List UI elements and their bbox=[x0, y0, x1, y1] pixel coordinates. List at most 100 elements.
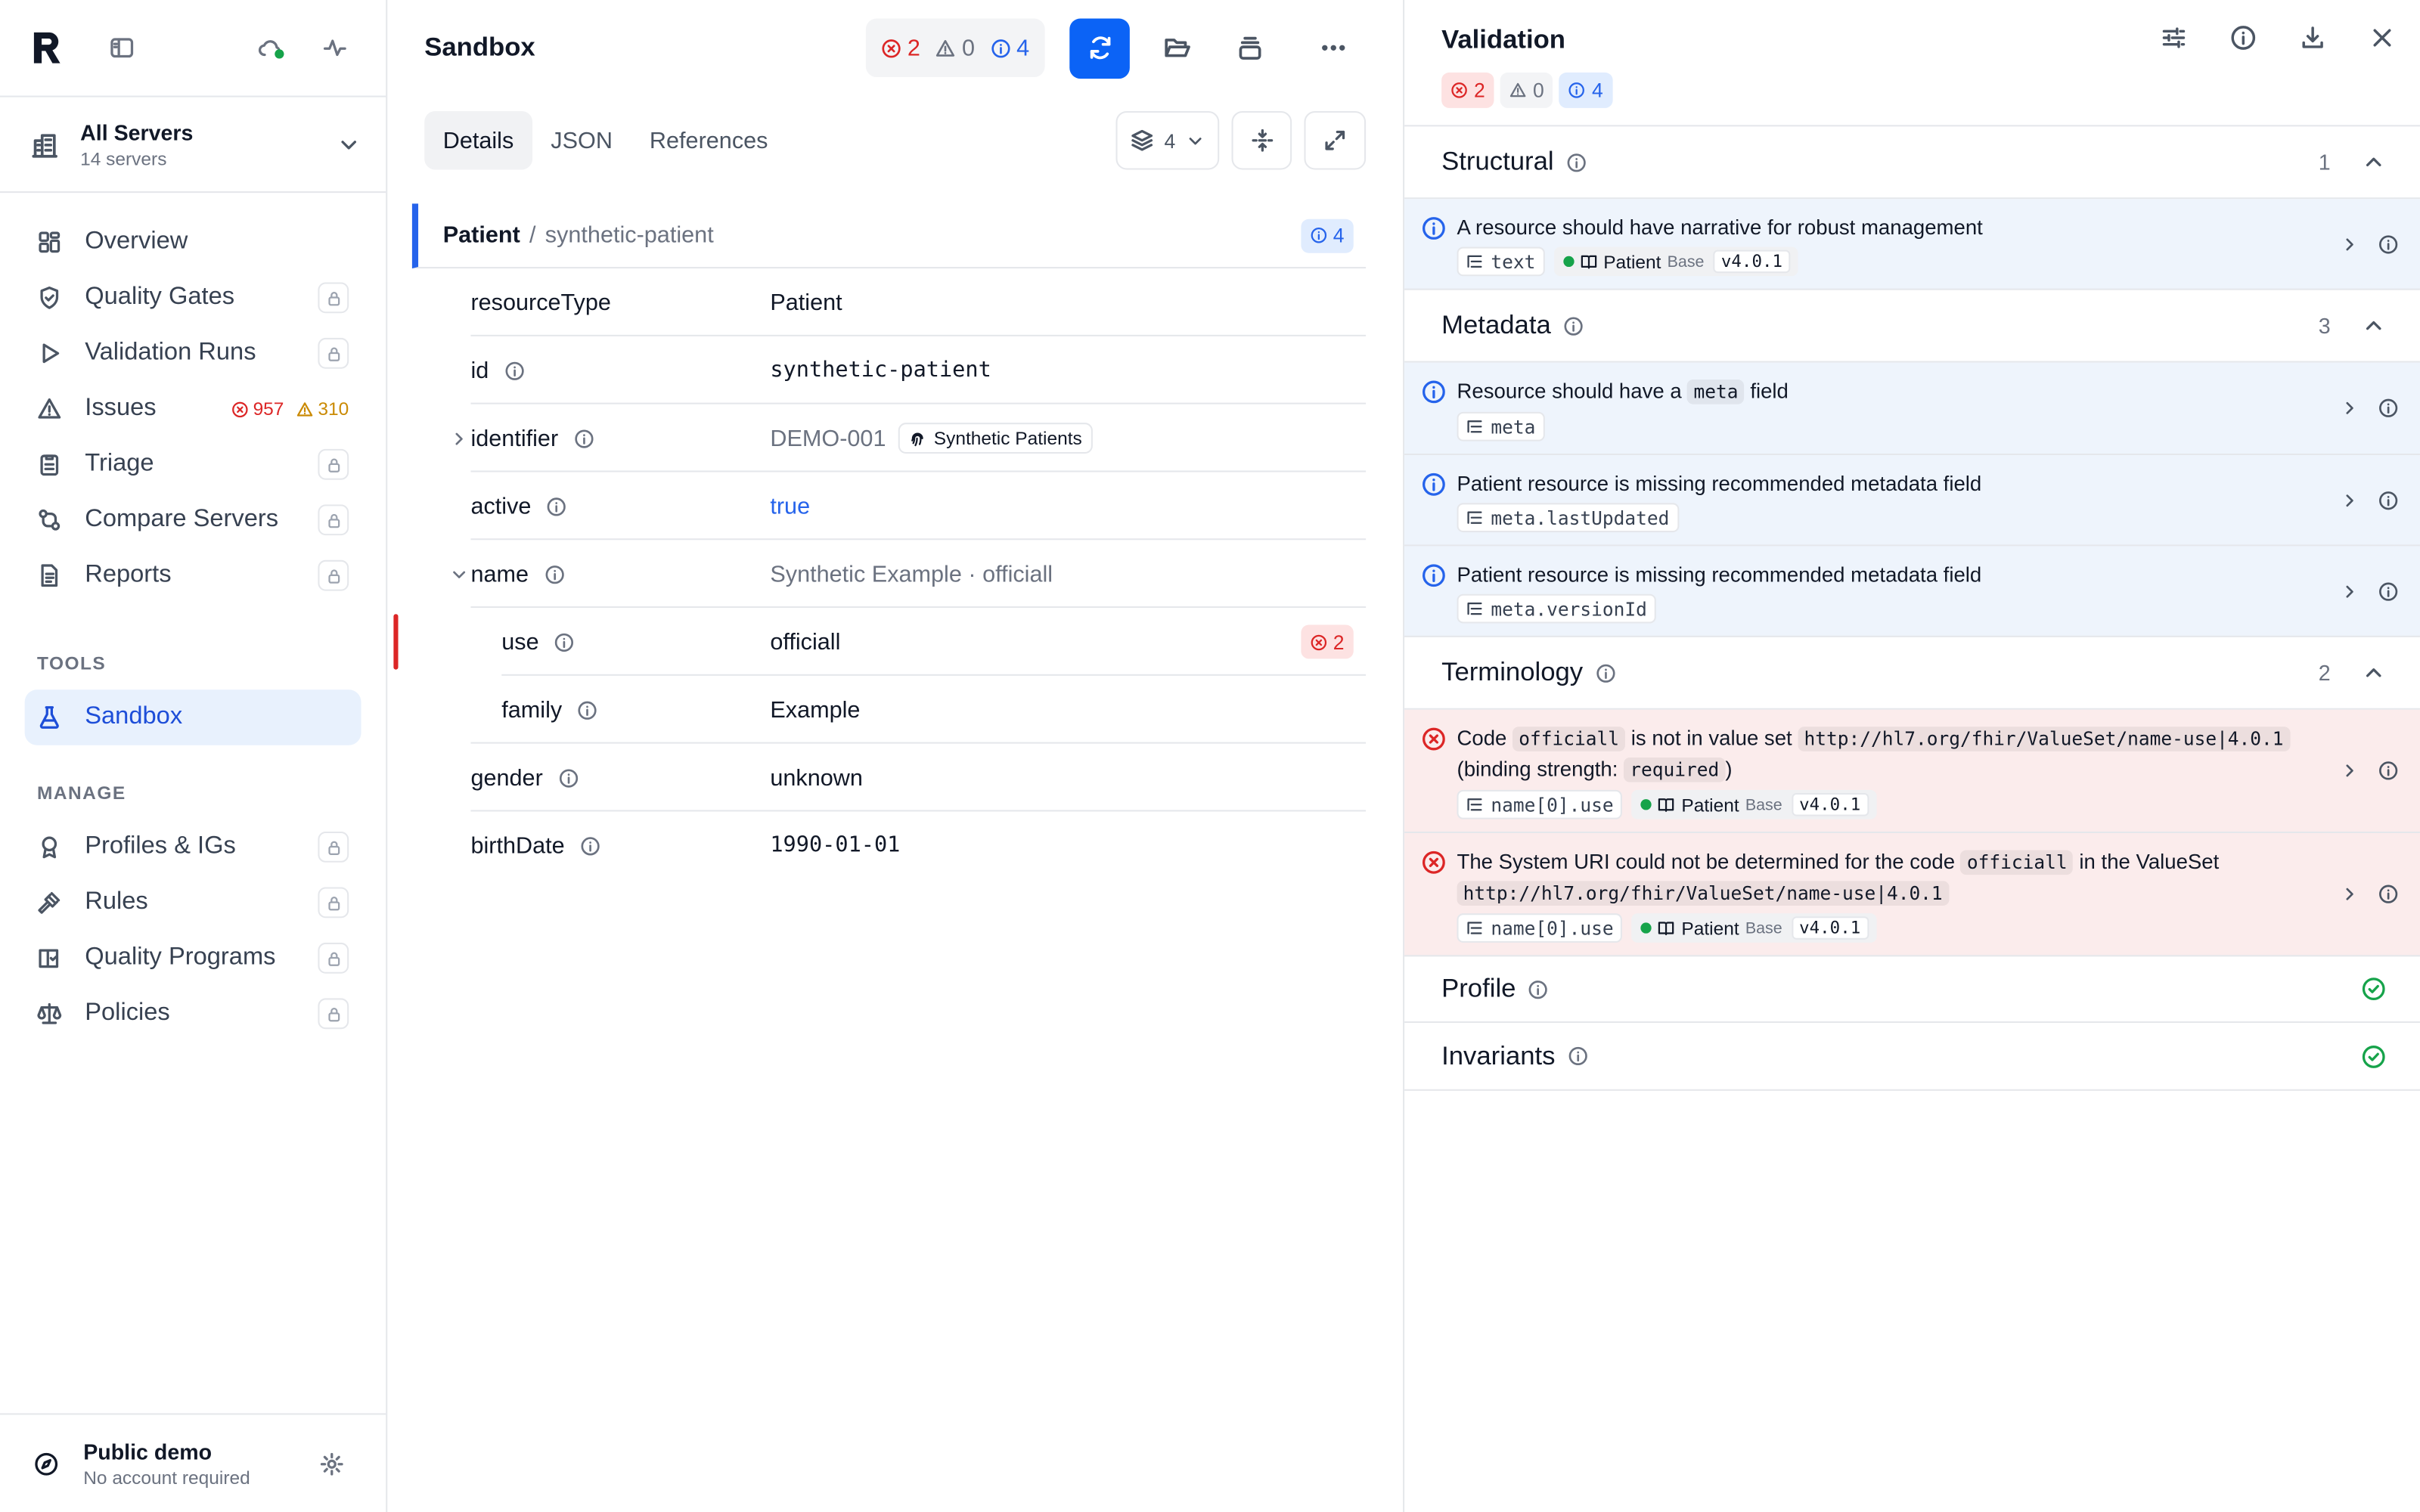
nav-item-triage[interactable]: Triage bbox=[25, 437, 361, 492]
info-icon[interactable] bbox=[2378, 884, 2399, 904]
server-status-icon[interactable] bbox=[247, 25, 293, 71]
info-icon[interactable] bbox=[504, 361, 525, 381]
info-icon[interactable] bbox=[1528, 979, 1549, 999]
chevron-up-icon[interactable] bbox=[2361, 313, 2386, 338]
chevron-up-icon[interactable] bbox=[2361, 150, 2386, 175]
issue-item[interactable]: A resource should have narrative for rob… bbox=[1404, 199, 2420, 290]
app-logo-icon[interactable] bbox=[31, 29, 68, 67]
chevron-up-icon[interactable] bbox=[2361, 660, 2386, 685]
issue-path-tag[interactable]: meta.versionId bbox=[1457, 593, 1657, 624]
info-icon[interactable] bbox=[2378, 398, 2399, 419]
issue-item[interactable]: The System URI could not be determined f… bbox=[1404, 833, 2420, 957]
group-header-invariants[interactable]: Invariants bbox=[1404, 1023, 2420, 1091]
info-icon[interactable] bbox=[2378, 490, 2399, 510]
chevron-right-icon[interactable] bbox=[2340, 234, 2360, 254]
info-icon[interactable] bbox=[574, 428, 594, 448]
info-icon[interactable] bbox=[1595, 663, 1615, 683]
download-icon[interactable] bbox=[2300, 25, 2326, 51]
chevron-right-icon[interactable] bbox=[2340, 761, 2360, 781]
chevron-down-icon[interactable] bbox=[443, 564, 474, 584]
nav-item-reports[interactable]: Reports bbox=[25, 547, 361, 603]
panel-info-count[interactable]: 4 bbox=[1559, 72, 1613, 108]
open-folder-button[interactable] bbox=[1142, 34, 1213, 62]
field-row-identifier[interactable]: identifier DEMO-001 Synthetic Patients bbox=[412, 404, 1367, 472]
field-row-active[interactable]: active true bbox=[412, 472, 1367, 541]
info-icon[interactable] bbox=[547, 496, 567, 516]
info-icon[interactable] bbox=[2378, 761, 2399, 781]
revalidate-button[interactable] bbox=[1069, 17, 1130, 79]
collapse-all-button[interactable] bbox=[1231, 110, 1292, 170]
chevron-right-icon[interactable] bbox=[443, 428, 474, 448]
group-header-metadata[interactable]: Metadata 3 bbox=[1404, 290, 2420, 363]
nav-item-rules[interactable]: Rules bbox=[25, 875, 361, 930]
group-header-structural[interactable]: Structural 1 bbox=[1404, 126, 2420, 200]
more-button[interactable] bbox=[1298, 34, 1369, 62]
nav-item-overview[interactable]: Overview bbox=[25, 215, 361, 270]
info-icon[interactable] bbox=[2378, 581, 2399, 601]
validation-summary[interactable]: 2 0 4 bbox=[865, 18, 1045, 78]
issue-item[interactable]: Patient resource is missing recommended … bbox=[1404, 455, 2420, 547]
chevron-right-icon[interactable] bbox=[2340, 490, 2360, 510]
chevron-right-icon[interactable] bbox=[2340, 581, 2360, 601]
panel-warning-count[interactable]: 0 bbox=[1500, 72, 1554, 108]
issue-path-tag[interactable]: name[0].use bbox=[1457, 789, 1623, 820]
issue-item[interactable]: Resource should have a meta field meta bbox=[1404, 362, 2420, 456]
field-error-badge[interactable]: 2 bbox=[1300, 624, 1354, 659]
nav-item-compare-servers[interactable]: Compare Servers bbox=[25, 492, 361, 547]
sidebar-toggle-icon[interactable] bbox=[99, 25, 145, 71]
nav-item-policies[interactable]: Policies bbox=[25, 986, 361, 1041]
resource-info-badge[interactable]: 4 bbox=[1300, 218, 1354, 253]
info-circle-icon[interactable] bbox=[2230, 25, 2257, 51]
tab-details[interactable]: Details bbox=[424, 110, 532, 170]
issue-path-tag[interactable]: name[0].use bbox=[1457, 913, 1623, 943]
issue-item[interactable]: Code officiall is not in value set http:… bbox=[1404, 709, 2420, 834]
issue-path-tag[interactable]: meta.lastUpdated bbox=[1457, 503, 1679, 533]
field-row-resourcetype[interactable]: resourceType Patient bbox=[412, 268, 1367, 336]
chevron-right-icon[interactable] bbox=[2340, 884, 2360, 904]
group-header-terminology[interactable]: Terminology 2 bbox=[1404, 637, 2420, 710]
info-icon[interactable] bbox=[578, 700, 598, 720]
issue-item[interactable]: Patient resource is missing recommended … bbox=[1404, 546, 2420, 637]
identifier-system-tag[interactable]: Synthetic Patients bbox=[898, 423, 1094, 454]
tab-references[interactable]: References bbox=[631, 111, 786, 170]
issue-path-tag[interactable]: meta bbox=[1457, 411, 1545, 442]
panel-error-count[interactable]: 2 bbox=[1441, 72, 1494, 108]
chevron-right-icon[interactable] bbox=[2340, 398, 2360, 419]
info-icon[interactable] bbox=[1568, 1046, 1588, 1067]
close-icon[interactable] bbox=[2369, 25, 2396, 51]
info-icon[interactable] bbox=[554, 632, 575, 652]
server-selector[interactable]: All Servers 14 servers bbox=[0, 95, 386, 194]
info-icon[interactable] bbox=[558, 767, 579, 788]
expand-button[interactable] bbox=[1304, 110, 1367, 170]
tab-json[interactable]: JSON bbox=[532, 111, 631, 170]
samples-button[interactable] bbox=[1215, 34, 1286, 62]
issue-profile-tag[interactable]: Patient Base v4.0.1 bbox=[1632, 913, 1876, 943]
layers-dropdown[interactable]: 4 bbox=[1115, 110, 1220, 170]
info-icon[interactable] bbox=[1566, 152, 1587, 172]
filter-sliders-icon[interactable] bbox=[2161, 25, 2187, 51]
issue-profile-tag[interactable]: Patient Base v4.0.1 bbox=[1632, 789, 1876, 820]
issue-path-tag[interactable]: text bbox=[1457, 246, 1545, 277]
field-row-birthdate[interactable]: birthDate 1990-01-01 bbox=[412, 811, 1366, 879]
info-icon[interactable] bbox=[2378, 234, 2399, 254]
settings-gear-icon[interactable] bbox=[309, 1440, 355, 1486]
nav-item-quality-gates[interactable]: Quality Gates bbox=[25, 270, 361, 325]
field-row-family[interactable]: family Example bbox=[412, 676, 1367, 744]
nav-item-quality-programs[interactable]: Quality Programs bbox=[25, 931, 361, 986]
info-icon[interactable] bbox=[544, 564, 564, 584]
nav-item-validation-runs[interactable]: Validation Runs bbox=[25, 326, 361, 381]
field-row-use[interactable]: use officiall 2 bbox=[393, 608, 1367, 676]
account-footer[interactable]: Public demo No account required bbox=[0, 1413, 386, 1512]
group-header-profile[interactable]: Profile bbox=[1404, 956, 2420, 1024]
field-row-name[interactable]: name Synthetic Example · officiall bbox=[412, 540, 1367, 609]
resource-header[interactable]: Patient / synthetic-patient 4 bbox=[411, 203, 1367, 269]
field-row-id[interactable]: id synthetic-patient bbox=[412, 336, 1367, 404]
field-row-gender[interactable]: gender unknown bbox=[412, 744, 1367, 812]
info-icon[interactable] bbox=[1563, 315, 1584, 336]
nav-item-issues[interactable]: Issues 957 310 bbox=[25, 381, 361, 436]
nav-item-profiles-igs[interactable]: Profiles & IGs bbox=[25, 820, 361, 875]
activity-icon[interactable] bbox=[312, 25, 358, 71]
nav-item-sandbox[interactable]: Sandbox bbox=[24, 689, 361, 745]
issue-profile-tag[interactable]: Patient Base v4.0.1 bbox=[1553, 246, 1798, 277]
info-icon[interactable] bbox=[580, 835, 600, 856]
